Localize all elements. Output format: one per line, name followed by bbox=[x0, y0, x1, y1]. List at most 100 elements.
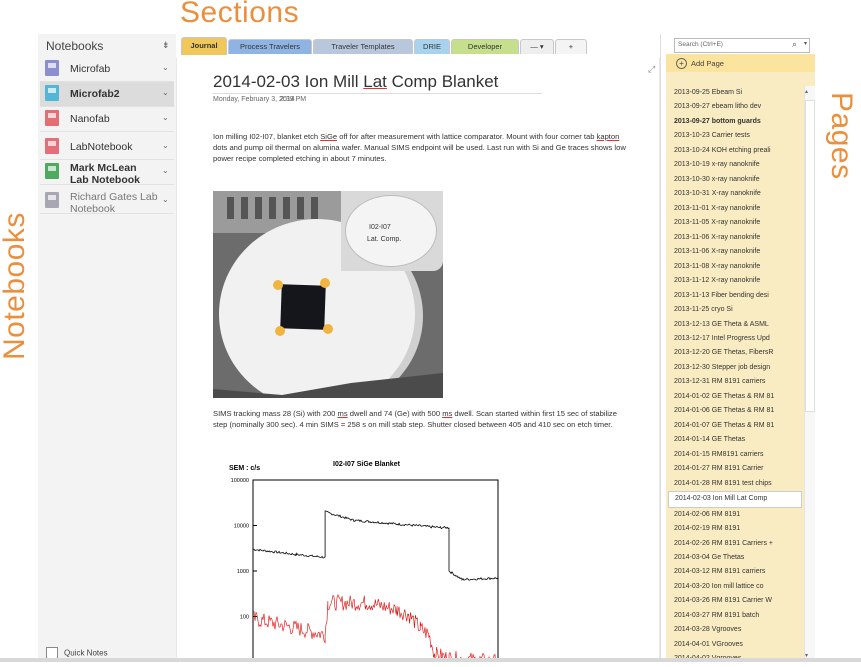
notebook-label-line2: Notebook bbox=[70, 203, 115, 215]
photo-slot bbox=[269, 197, 276, 219]
chart-svg: I02-I07 SiGe Blanket SEM : c/s 100000 10000… bbox=[229, 461, 499, 662]
add-page-bar[interactable] bbox=[666, 54, 815, 72]
page-list-item[interactable]: 2013-11-13 Fiber bending desi bbox=[668, 289, 802, 303]
chevron-down-icon[interactable]: ▾ bbox=[804, 40, 807, 47]
page-list-item[interactable]: 2014-02-19 RM 8191 bbox=[668, 522, 802, 536]
section-tab[interactable]: Journal bbox=[181, 37, 227, 55]
page-list-item[interactable]: 2014-01-02 GE Thetas & RM 81 bbox=[668, 390, 802, 404]
photo-kapton-dot bbox=[323, 324, 333, 334]
photo-slot bbox=[283, 197, 290, 219]
notebook-label: Richard Gates Lab Notebook bbox=[70, 191, 158, 215]
notebook-item[interactable]: Microfab2 ⌄ bbox=[40, 82, 174, 107]
page-list-item[interactable]: 2014-01-15 RM8191 carriers bbox=[668, 448, 802, 462]
chart-ytick-label: 100 bbox=[240, 615, 249, 621]
notebook-label-line1: Mark McLean bbox=[70, 162, 137, 174]
scroll-up-icon[interactable]: ▴ bbox=[805, 88, 808, 95]
photo-slot bbox=[241, 197, 248, 219]
section-tab[interactable]: — ▾ bbox=[520, 39, 554, 54]
notebooks-annotation: Notebooks bbox=[0, 212, 31, 360]
page-list-item[interactable]: 2014-03-12 RM 8191 carriers bbox=[668, 565, 802, 579]
page-list-item[interactable]: 2013-12-17 Intel Progress Upd bbox=[668, 332, 802, 346]
search-input[interactable]: Search (Ctrl+E) ⌕ ▾ bbox=[674, 38, 810, 53]
photo-slot bbox=[227, 197, 234, 219]
chevron-down-icon[interactable]: ⌄ bbox=[162, 113, 169, 122]
photo-slot bbox=[255, 197, 262, 219]
chart-series-line bbox=[252, 594, 496, 662]
page-list-item[interactable]: 2014-02-03 Ion Mill Lat Comp bbox=[668, 491, 802, 508]
page-list-item[interactable]: 2014-03-26 RM 8191 Carrier W bbox=[668, 594, 802, 608]
page-list-item[interactable]: 2013-11-12 X-ray nanoknife bbox=[668, 274, 802, 288]
pin-icon[interactable]: ⇟ bbox=[162, 40, 170, 51]
sims-chart[interactable]: I02-I07 SiGe Blanket SEM : c/s 100000 10000… bbox=[213, 452, 513, 662]
section-tab[interactable]: Developer bbox=[451, 39, 519, 54]
quick-notes-label: Quick Notes bbox=[64, 648, 108, 658]
section-tab[interactable]: Process Travelers bbox=[228, 39, 312, 54]
page-list-item[interactable]: 2013-09-27 ebeam litho dev bbox=[668, 100, 802, 114]
search-icon[interactable]: ⌕ bbox=[792, 39, 797, 50]
notebook-icon bbox=[45, 138, 59, 154]
page-list-item[interactable]: 2013-12-30 Stepper job design bbox=[668, 361, 802, 375]
chart-title: I02-I07 SiGe Blanket bbox=[333, 461, 401, 468]
page-list-item[interactable]: 2013-11-08 X-ray nanoknife bbox=[668, 260, 802, 274]
notebook-item[interactable]: Richard Gates Lab Notebook ⌄ bbox=[40, 189, 174, 215]
notebook-icon bbox=[45, 110, 59, 126]
page-list-item[interactable]: 2014-03-28 Vgrooves bbox=[668, 623, 802, 637]
scrollbar-thumb[interactable] bbox=[805, 100, 815, 412]
photo-sample bbox=[280, 284, 326, 330]
page-title[interactable]: 2014-02-03 Ion Mill Lat Comp Blanket bbox=[213, 72, 498, 92]
add-page-button[interactable]: Add Page bbox=[691, 59, 724, 68]
text-run: kapton bbox=[596, 132, 620, 141]
chevron-down-icon[interactable]: ⌄ bbox=[162, 141, 169, 150]
page-list-item[interactable]: 2014-01-14 GE Thetas bbox=[668, 433, 802, 447]
page-list-item[interactable]: 2013-11-25 cryo Si bbox=[668, 303, 802, 317]
add-icon[interactable]: + bbox=[676, 58, 687, 69]
page-list-item[interactable]: 2013-10-19 x-ray nanoknife bbox=[668, 158, 802, 172]
notebook-item[interactable]: Mark McLean Lab Notebook ⌄ bbox=[40, 160, 174, 186]
page-list-item[interactable]: 2013-12-20 GE Thetas, FibersR bbox=[668, 346, 802, 360]
section-tab[interactable]: DRIE bbox=[414, 39, 450, 54]
page-list-item[interactable]: 2013-11-01 X-ray nanoknife bbox=[668, 202, 802, 216]
page-list-item[interactable]: 2013-10-30 x-ray nanoknife bbox=[668, 173, 802, 187]
note-paragraph-1[interactable]: Ion milling I02-I07, blanket etch SiGe o… bbox=[213, 131, 633, 164]
page-list-item[interactable]: 2014-04-01 VGrooves bbox=[668, 638, 802, 652]
page-list-item[interactable]: 2014-01-07 GE Thetas & RM 81 bbox=[668, 419, 802, 433]
page-list-item[interactable]: 2013-12-31 RM 8191 carriers bbox=[668, 375, 802, 389]
section-tab[interactable]: Traveler Templates bbox=[313, 39, 413, 54]
page-list-item[interactable]: 2014-01-27 RM 8191 Carrier bbox=[668, 462, 802, 476]
chart-frame bbox=[252, 479, 499, 662]
page-list-item[interactable]: 2014-02-06 RM 8191 bbox=[668, 508, 802, 522]
page-list: 2013-09-25 Ebeam Si 2013-09-27 ebeam lith… bbox=[668, 86, 802, 667]
page-time: 2:39 PM bbox=[280, 96, 307, 103]
page-list-item[interactable]: 2014-03-27 RM 8191 batch bbox=[668, 609, 802, 623]
chevron-down-icon[interactable]: ⌄ bbox=[162, 195, 169, 204]
page-list-item[interactable]: 2013-09-25 Ebeam Si bbox=[668, 86, 802, 100]
page-list-item[interactable]: 2014-03-04 Ge Thetas bbox=[668, 551, 802, 565]
note-paragraph-2[interactable]: SIMS tracking mass 28 (Si) with 200 ms d… bbox=[213, 408, 633, 430]
page-list-item[interactable]: 2013-10-24 KOH etching preali bbox=[668, 144, 802, 158]
section-tab[interactable]: + bbox=[555, 39, 587, 54]
title-text-1: 2014-02-03 Ion Mill bbox=[213, 72, 364, 91]
chart-ytick-label: 100000 bbox=[231, 478, 249, 484]
notebook-label: Mark McLean Lab Notebook bbox=[70, 162, 140, 186]
notebook-label: LabNotebook bbox=[70, 141, 133, 153]
page-list-item[interactable]: 2013-09-27 bottom guards bbox=[668, 115, 802, 129]
notebook-item[interactable]: LabNotebook ⌄ bbox=[40, 135, 174, 160]
vial-label-line2: Lat. Comp. bbox=[367, 236, 402, 243]
chevron-down-icon[interactable]: ⌄ bbox=[162, 88, 169, 97]
page-list-item[interactable]: 2013-11-05 X-ray nanoknife bbox=[668, 216, 802, 230]
expand-icon[interactable]: ⤢ bbox=[648, 64, 655, 75]
page-list-item[interactable]: 2013-12-13 GE Theta & ASML bbox=[668, 318, 802, 332]
page-list-item[interactable]: 2013-10-23 Carrier tests bbox=[668, 129, 802, 143]
page-list-item[interactable]: 2014-02-26 RM 8191 Carriers + bbox=[668, 537, 802, 551]
chevron-down-icon[interactable]: ⌄ bbox=[162, 63, 169, 72]
page-list-item[interactable]: 2014-01-06 GE Thetas & RM 81 bbox=[668, 404, 802, 418]
page-list-item[interactable]: 2013-11-06 X-ray nanoknife bbox=[668, 231, 802, 245]
chevron-down-icon[interactable]: ⌄ bbox=[162, 166, 169, 175]
page-list-item[interactable]: 2014-01-28 RM 8191 test chips bbox=[668, 477, 802, 491]
page-list-item[interactable]: 2014-03-20 Ion mill lattice co bbox=[668, 580, 802, 594]
notebook-item[interactable]: Nanofab ⌄ bbox=[40, 107, 174, 132]
notebook-item[interactable]: Microfab ⌄ bbox=[40, 57, 174, 82]
page-list-item[interactable]: 2013-10-31 X-ray nanoknife bbox=[668, 187, 802, 201]
page-list-item[interactable]: 2013-11-06 X-ray nanoknife bbox=[668, 245, 802, 259]
notebook-label: Microfab2 bbox=[70, 88, 120, 100]
